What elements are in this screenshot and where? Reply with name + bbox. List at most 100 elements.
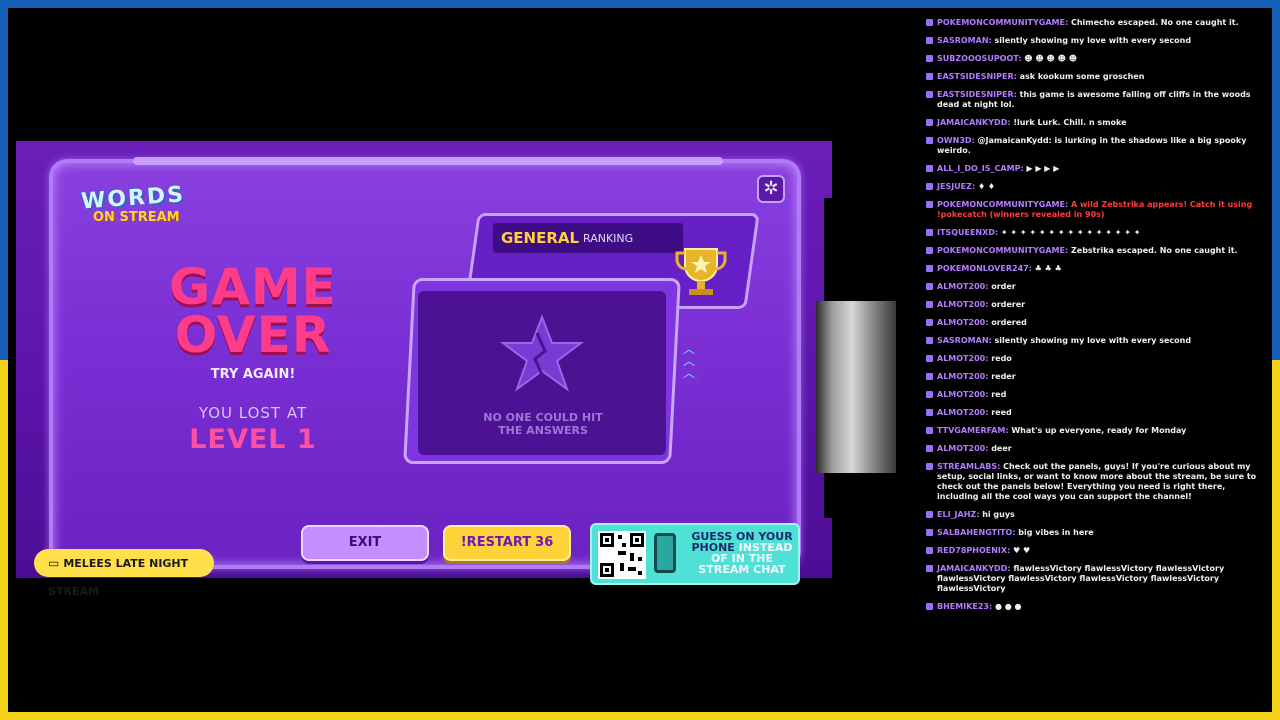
chat-username[interactable]: eli_jahz — [937, 510, 976, 519]
chat-username[interactable]: jesjuez — [937, 182, 972, 191]
phone-icon — [654, 533, 676, 573]
chat-username[interactable]: JamaicanKydd — [937, 118, 1007, 127]
restart-button[interactable]: !RESTART 36 — [443, 525, 571, 561]
chat-username[interactable]: subzooosupoot — [937, 54, 1018, 63]
chat-username[interactable]: pokemoncommunitygame — [937, 200, 1065, 209]
chat-message: almot200: order — [926, 282, 1266, 292]
chat-badge-icon — [926, 511, 933, 518]
guess-on-phone-card: GUESS ON YOUR PHONE INSTEAD OF IN THE ST… — [590, 523, 800, 585]
ranking-label-text: RANKING — [583, 232, 634, 245]
chat-username[interactable]: almot200 — [937, 444, 985, 453]
chat-username[interactable]: TTVGamerFam — [937, 426, 1005, 435]
chat-badge-icon — [926, 463, 933, 470]
chat-username[interactable]: pokemonlover247 — [937, 264, 1029, 273]
game-board: WORDS ON STREAM ✲ GAME OVER TRY AGAIN! Y… — [49, 157, 801, 585]
chat-username[interactable]: SasroMan — [937, 336, 989, 345]
chat-badge-icon — [926, 37, 933, 44]
chat-text: @JamaicanKydd: is lurking in the shadows… — [937, 136, 1247, 155]
chat-message: almot200: reder — [926, 372, 1266, 382]
settings-gear-icon[interactable]: ✲ — [757, 175, 785, 203]
chat-text: deer — [991, 444, 1012, 453]
chat-badge-icon — [926, 247, 933, 254]
chat-badge-icon — [926, 19, 933, 26]
chat-username[interactable]: itsqueenxd — [937, 228, 995, 237]
chat-badge-icon — [926, 391, 933, 398]
chat-badge-icon — [926, 445, 933, 452]
chat-message: almot200: ordered — [926, 318, 1266, 328]
chat-text: ♥ ♥ — [1013, 546, 1031, 555]
chat-username[interactable]: almot200 — [937, 282, 985, 291]
chat-badge-icon — [926, 91, 933, 98]
chat-message: red78phoenix: ♥ ♥ — [926, 546, 1266, 556]
ranking-general-text: GENERAL — [501, 229, 580, 247]
chat-text: ♦ ♦ — [977, 182, 996, 191]
chat-username[interactable]: almot200 — [937, 372, 985, 381]
chat-username[interactable]: almot200 — [937, 300, 985, 309]
chat-badge-icon — [926, 183, 933, 190]
chat-text: Zebstrika escaped. No one caught it. — [1070, 246, 1238, 255]
chat-message: SasroMan: silently showing my love with … — [926, 336, 1266, 346]
chat-text: What's up everyone, ready for Monday — [1011, 426, 1187, 435]
chat-text: redo — [991, 354, 1012, 363]
chat-message: all_i_do_is_camp: ▶ ▶ ▶ ▶ — [926, 164, 1266, 174]
chat-username[interactable]: almot200 — [937, 318, 985, 327]
chat-message: pokemoncommunitygame: Zebstrika escaped.… — [926, 246, 1266, 256]
chat-message: Streamlabs: Check out the panels, guys! … — [926, 462, 1266, 502]
chat-badge-icon — [926, 165, 933, 172]
chat-text: ● ● ● — [994, 602, 1022, 611]
webcam-feed — [816, 301, 896, 473]
chat-badge-icon — [926, 73, 933, 80]
stream-title-text: MELEES LATE NIGHT STREAM — [48, 557, 189, 598]
chat-panel: pokemoncommunitygame: Chimecho escaped. … — [926, 18, 1266, 708]
chat-username[interactable]: JamaicanKydd — [937, 564, 1007, 573]
chat-badge-icon — [926, 529, 933, 536]
chat-username[interactable]: all_i_do_is_camp — [937, 164, 1020, 173]
chat-username[interactable]: almot200 — [937, 390, 985, 399]
chat-message: JamaicanKydd: !lurk Lurk. Chill. n smoke — [926, 118, 1266, 128]
chat-badge-icon — [926, 55, 933, 62]
chat-text: silently showing my love with every seco… — [994, 336, 1192, 345]
chat-message: salbahengtito: big vibes in here — [926, 528, 1266, 538]
chat-badge-icon — [926, 265, 933, 272]
chat-text: !lurk Lurk. Chill. n smoke — [1013, 118, 1127, 127]
chat-username[interactable]: salbahengtito — [937, 528, 1012, 537]
qr-code-icon — [598, 531, 646, 579]
chevron-up-icon: ︿ ︿ ︿ — [679, 343, 699, 385]
chat-badge-icon — [926, 603, 933, 610]
chat-text: silently showing my love with every seco… — [994, 36, 1192, 45]
exit-button[interactable]: EXIT — [301, 525, 429, 561]
chat-message: EastsideSniper: this game is awesome fal… — [926, 90, 1266, 110]
chat-text: ordered — [991, 318, 1027, 327]
chat-username[interactable]: pokemoncommunitygame — [937, 246, 1065, 255]
chat-text: orderer — [991, 300, 1026, 309]
chat-message: almot200: reed — [926, 408, 1266, 418]
chat-username[interactable]: almot200 — [937, 408, 985, 417]
chat-username[interactable]: pokemoncommunitygame — [937, 18, 1065, 27]
chat-text: ♣ ♣ ♣ — [1034, 264, 1062, 273]
chat-message: almot200: red — [926, 390, 1266, 400]
game-over-title: GAME OVER — [169, 258, 337, 364]
chat-message: OWN3D: @JamaicanKydd: is lurking in the … — [926, 136, 1266, 156]
no-one-answer-text: NO ONE COULD HIT THE ANSWERS — [483, 411, 603, 437]
chat-message: jesjuez: ♦ ♦ — [926, 182, 1266, 192]
chat-text: order — [991, 282, 1016, 291]
chat-badge-icon — [926, 229, 933, 236]
chat-message: EastsideSniper: ask kookum some groschen — [926, 72, 1266, 82]
chat-username[interactable]: Streamlabs — [937, 462, 997, 471]
chat-badge-icon — [926, 355, 933, 362]
guess-line-5: STREAM CHAT — [698, 563, 786, 576]
chat-username[interactable]: SasroMan — [937, 36, 989, 45]
chat-username[interactable]: bhemike23 — [937, 602, 989, 611]
chat-username[interactable]: EastsideSniper — [937, 72, 1014, 81]
chat-message: SasroMan: silently showing my love with … — [926, 36, 1266, 46]
chat-username[interactable]: EastsideSniper — [937, 90, 1014, 99]
chat-message: almot200: deer — [926, 444, 1266, 454]
chat-text: hi guys — [982, 510, 1015, 519]
chat-username[interactable]: almot200 — [937, 354, 985, 363]
chat-message: almot200: orderer — [926, 300, 1266, 310]
game-panel: WORDS ON STREAM ✲ GAME OVER TRY AGAIN! Y… — [16, 141, 832, 598]
chat-username[interactable]: OWN3D — [937, 136, 972, 145]
chat-message: pokemoncommunitygame: A wild Zebstrika a… — [926, 200, 1266, 220]
chat-text: reed — [991, 408, 1012, 417]
chat-username[interactable]: red78phoenix — [937, 546, 1007, 555]
